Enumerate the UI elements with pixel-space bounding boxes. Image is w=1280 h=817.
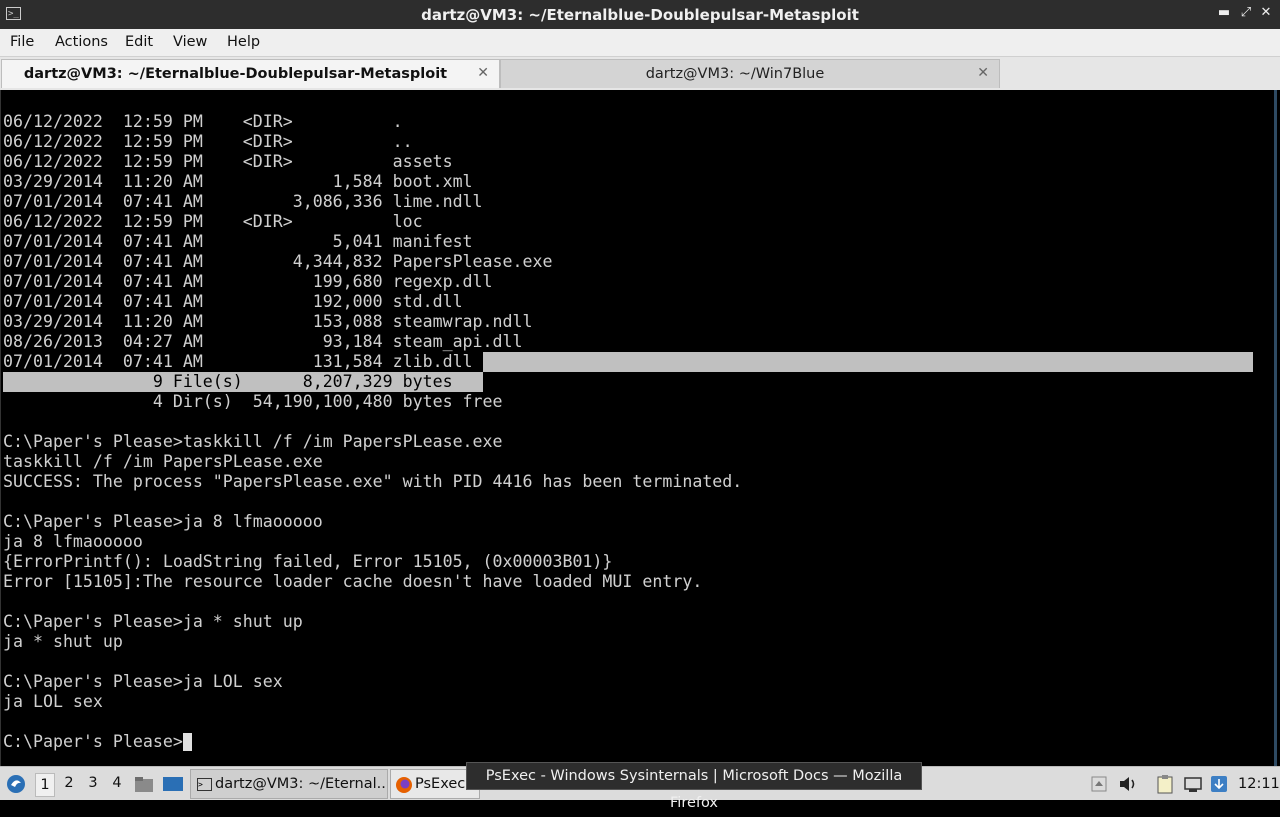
- workspace-3[interactable]: 3: [84, 775, 102, 791]
- window-title: dartz@VM3: ~/Eternalblue-Doublepulsar-Me…: [421, 6, 859, 24]
- task-label: dartz@VM3: ~/Eternal...: [215, 776, 388, 792]
- menu-edit[interactable]: Edit: [125, 34, 153, 50]
- volume-icon[interactable]: [1118, 775, 1138, 793]
- terminal-line: C:\Paper's Please>taskkill /f /im Papers…: [3, 432, 503, 451]
- menu-bar: File Actions Edit View Help: [0, 29, 1280, 57]
- terminal-line: 4 Dir(s) 54,190,100,480 bytes free: [3, 392, 503, 411]
- terminal-line: ja * shut up: [3, 632, 123, 651]
- close-icon[interactable]: ✕: [1258, 5, 1274, 20]
- close-tab-icon[interactable]: ✕: [977, 65, 989, 81]
- minimize-icon[interactable]: ▬: [1216, 5, 1232, 20]
- terminal-line: C:\Paper's Please>ja * shut up: [3, 612, 303, 631]
- menu-help[interactable]: Help: [227, 34, 260, 50]
- terminal-line: {ErrorPrintf(): LoadString failed, Error…: [3, 552, 613, 571]
- terminal-line: 03/29/2014 11:20 AM 1,584 boot.xml: [3, 172, 473, 191]
- tray-arrow-icon[interactable]: [1091, 776, 1107, 792]
- maximize-icon[interactable]: ⤢: [1238, 5, 1254, 20]
- file-manager-icon[interactable]: [134, 775, 154, 793]
- tab-eternalblue[interactable]: dartz@VM3: ~/Eternalblue-Doublepulsar-Me…: [1, 59, 500, 88]
- clipboard-icon[interactable]: [1155, 774, 1175, 794]
- show-desktop-icon[interactable]: [162, 775, 184, 793]
- firefox-icon: [396, 777, 412, 793]
- terminal-line: C:\Paper's Please>ja 8 lfmaooooo: [3, 512, 323, 531]
- terminal-line: 07/01/2014 07:41 AM 192,000 std.dll: [3, 292, 463, 311]
- workspace-2[interactable]: 2: [60, 775, 78, 791]
- workspace-1[interactable]: 1: [35, 773, 55, 797]
- selection-highlight: [483, 352, 1253, 372]
- terminal-line: ja LOL sex: [3, 692, 103, 711]
- terminal-line: 06/12/2022 12:59 PM <DIR> ..: [3, 132, 413, 151]
- close-tab-icon[interactable]: ✕: [477, 65, 489, 81]
- terminal-line: 06/12/2022 12:59 PM <DIR> loc: [3, 212, 423, 231]
- tab-bar: dartz@VM3: ~/Eternalblue-Doublepulsar-Me…: [0, 57, 1280, 90]
- tab-label: dartz@VM3: ~/Win7Blue: [645, 66, 825, 82]
- terminal-line: 03/29/2014 11:20 AM 153,088 steamwrap.nd…: [3, 312, 533, 331]
- task-label: PsExec: [415, 776, 466, 792]
- terminal-line: 07/01/2014 07:41 AM 131,584 zlib.dll: [3, 352, 473, 371]
- terminal-cursor: [183, 733, 192, 751]
- terminal-line: C:\Paper's Please>: [3, 732, 183, 751]
- terminal-line: 9 File(s) 8,207,329 bytes: [3, 372, 453, 391]
- window-tooltip: PsExec - Windows Sysinternals | Microsof…: [466, 762, 922, 811]
- terminal-line: ja 8 lfmaooooo: [3, 532, 143, 551]
- terminal-line: Error [15105]:The resource loader cache …: [3, 572, 703, 591]
- update-icon[interactable]: [1210, 775, 1228, 793]
- terminal-line: 07/01/2014 07:41 AM 4,344,832 PapersPlea…: [3, 252, 553, 271]
- terminal-line: 07/01/2014 07:41 AM 3,086,336 lime.ndll: [3, 192, 483, 211]
- terminal-line: 07/01/2014 07:41 AM 5,041 manifest: [3, 232, 473, 251]
- terminal-output[interactable]: 06/12/2022 12:59 PM <DIR> . 06/12/2022 12…: [0, 90, 1277, 766]
- terminal-line: 06/12/2022 12:59 PM <DIR> .: [3, 112, 403, 131]
- terminal-icon: >: [197, 778, 212, 791]
- task-terminal[interactable]: > dartz@VM3: ~/Eternal...: [190, 769, 388, 799]
- menu-view[interactable]: View: [173, 34, 207, 50]
- workspace-4[interactable]: 4: [108, 775, 126, 791]
- start-menu-icon[interactable]: [6, 774, 26, 794]
- terminal-line: taskkill /f /im PapersPLease.exe: [3, 452, 323, 471]
- tab-label: dartz@VM3: ~/Eternalblue-Doublepulsar-Me…: [23, 66, 448, 82]
- window-titlebar: >_ dartz@VM3: ~/Eternalblue-Doublepulsar…: [0, 0, 1280, 29]
- menu-file[interactable]: File: [10, 34, 34, 50]
- menu-actions[interactable]: Actions: [55, 34, 108, 50]
- terminal-line: SUCCESS: The process "PapersPlease.exe" …: [3, 472, 743, 491]
- clock[interactable]: 12:11: [1238, 776, 1280, 792]
- network-icon[interactable]: [1183, 775, 1203, 793]
- terminal-line: 08/26/2013 04:27 AM 93,184 steam_api.dll: [3, 332, 523, 351]
- terminal-line: C:\Paper's Please>ja LOL sex: [3, 672, 283, 691]
- tab-win7blue[interactable]: dartz@VM3: ~/Win7Blue ✕: [500, 59, 1000, 88]
- terminal-line: 06/12/2022 12:59 PM <DIR> assets: [3, 152, 453, 171]
- terminal-line: 07/01/2014 07:41 AM 199,680 regexp.dll: [3, 272, 493, 291]
